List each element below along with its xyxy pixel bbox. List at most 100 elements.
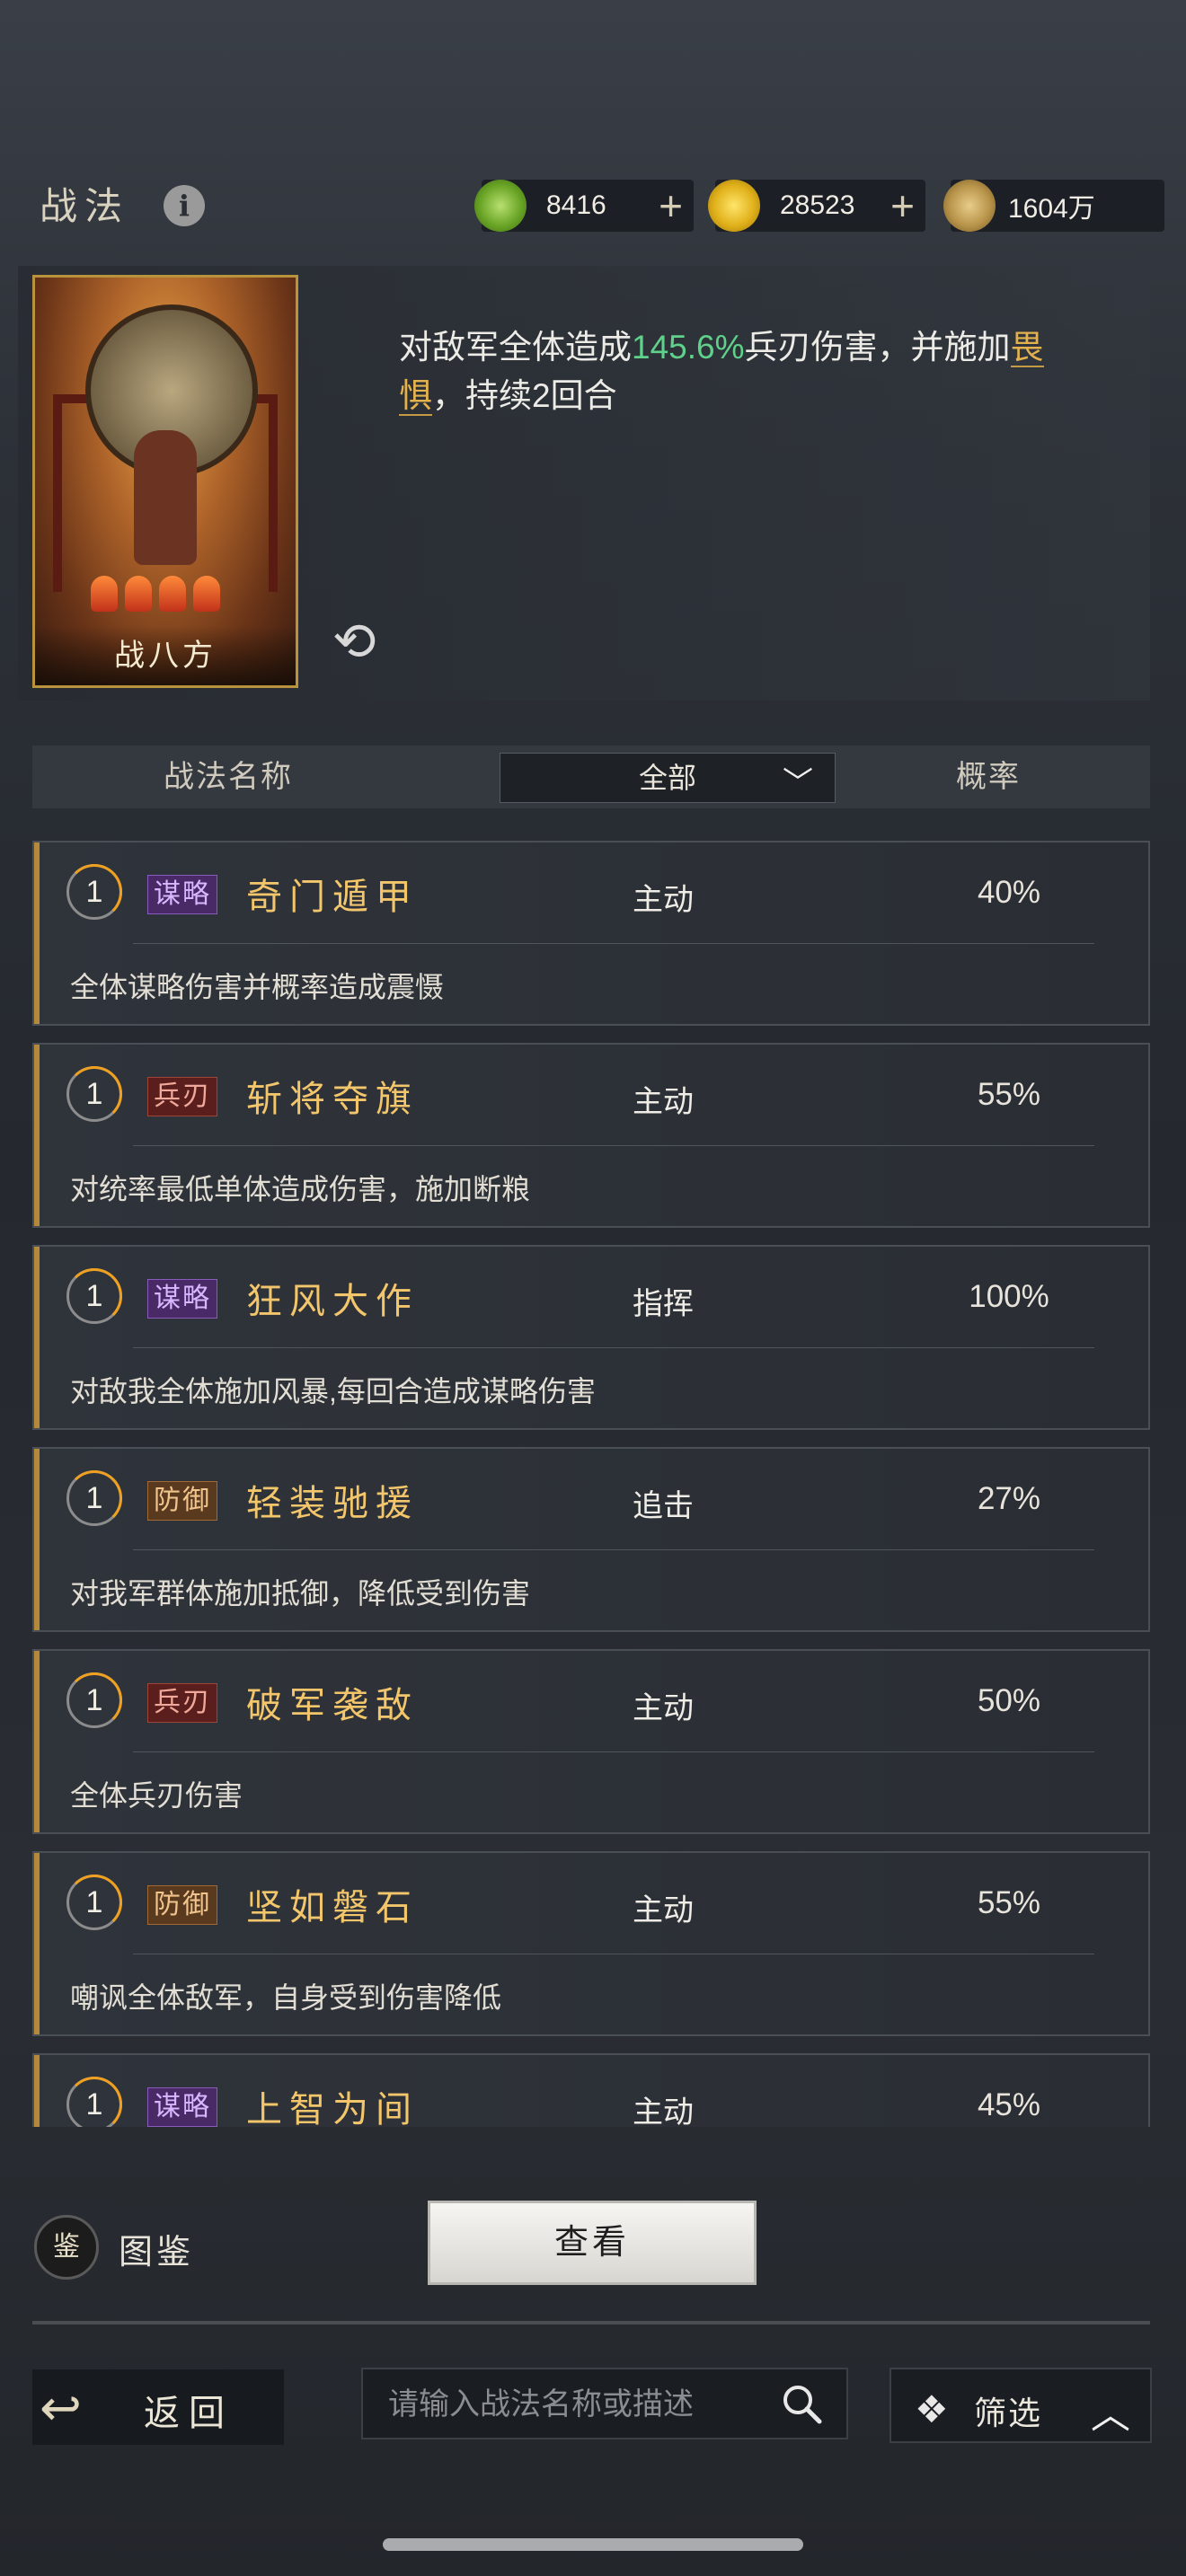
search-box[interactable] [361,2368,848,2439]
skill-name: 破军袭敌 [246,1685,419,1726]
skill-description: 对敌军全体造成145.6%兵刃伤害，并施加畏惧，持续2回合 [399,323,1082,420]
info-icon[interactable]: ⅰ [164,185,205,226]
skill-row[interactable]: 1 兵刃 破军袭敌 主动 50% 全体兵刃伤害 [32,1649,1150,1834]
back-arrow-icon: ↩ [40,2379,82,2436]
divider [133,943,1094,944]
skill-row[interactable]: 1 谋略 狂风大作 指挥 100% 对敌我全体施加风暴,每回合造成谋略伤害 [32,1245,1150,1430]
skill-name: 狂风大作 [246,1281,419,1322]
category-filter-dropdown[interactable]: 全部 ﹀ [500,753,836,803]
resource-gold: 28523 + [708,180,925,232]
jade-value: 8416 [546,190,606,220]
skill-row[interactable]: 1 谋略 奇门遁甲 主动 40% 全体谋略伤害并概率造成震慑 [32,841,1150,1026]
back-button[interactable]: ↩ 返回 [32,2369,284,2445]
skill-type: 主动 [633,883,694,917]
divider [133,1549,1094,1550]
list-header: 战法名称 全部 ﹀ 概率 [32,745,1150,808]
skill-probability: 50% [977,1683,1041,1718]
skill-probability: 55% [977,1077,1041,1112]
level-badge: 1 [66,1066,122,1122]
chevron-up-icon: ︿ [1091,2393,1130,2437]
skill-summary: 全体谋略伤害并概率造成震慑 [70,971,445,1003]
skill-name: 奇门遁甲 [246,877,419,918]
search-input[interactable] [386,2382,767,2427]
filter-diamond-icon: ❖ [915,2388,949,2430]
skill-name: 坚如磐石 [246,1887,419,1928]
gold-icon [708,180,760,232]
skill-probability: 55% [977,1885,1041,1920]
level-badge: 1 [66,1268,122,1324]
resource-copper: 1604万 [943,180,1164,232]
jade-icon [474,180,527,232]
codex-icon[interactable]: 鉴 [34,2215,99,2280]
skill-category-tag: 兵刃 [147,1683,217,1723]
level-badge: 1 [66,864,122,920]
refresh-icon[interactable]: ⟲ [332,611,376,672]
probability-column-header: 概率 [956,760,1021,794]
chevron-down-icon: ﹀ [783,766,813,800]
filter-button[interactable]: ❖ 筛选 ︿ [890,2368,1152,2443]
back-label: 返回 [144,2393,234,2434]
name-column-header: 战法名称 [164,760,293,794]
copper-value: 1604万 [1008,194,1095,224]
gold-value: 28523 [780,190,855,220]
skill-type: 指挥 [633,1287,694,1321]
skill-summary: 嘲讽全体敌军，自身受到伤害降低 [70,1981,502,2014]
skill-category-tag: 防御 [147,1481,217,1521]
skill-row[interactable]: 1 防御 轻装驰援 追击 27% 对我军群体施加抵御，降低受到伤害 [32,1447,1150,1632]
skill-probability: 27% [977,1481,1041,1516]
view-button[interactable]: 查看 [428,2201,757,2285]
filter-label: 筛选 [974,2395,1043,2431]
skill-category-tag: 谋略 [147,875,217,914]
jade-add-button[interactable]: + [659,183,683,228]
skill-type: 追击 [633,1489,694,1523]
skill-row[interactable]: 1 兵刃 斩将夺旗 主动 55% 对统率最低单体造成伤害，施加断粮 [32,1043,1150,1228]
desc-text: 对敌军全体造成 [399,329,632,366]
skill-row[interactable]: 1 谋略 上智为间 主动 45% [32,2053,1150,2127]
skill-category-tag: 防御 [147,1885,217,1925]
skill-card-name: 战八方 [35,626,296,685]
star-icon [91,576,118,612]
codex-button[interactable]: 图鉴 [119,2224,194,2273]
home-indicator[interactable] [383,2538,803,2551]
skill-category-tag: 谋略 [147,2087,217,2127]
level-badge: 1 [66,1470,122,1526]
star-icon [159,576,186,612]
skill-summary: 对敌我全体施加风暴,每回合造成谋略伤害 [70,1375,596,1407]
footer-divider [32,2321,1150,2325]
damage-percent: 145.6% [632,329,745,366]
desc-text: ，持续2回合 [432,377,617,414]
skill-summary: 全体兵刃伤害 [70,1779,243,1812]
skill-category-tag: 谋略 [147,1279,217,1319]
skill-card[interactable]: 战八方 [32,275,298,688]
warrior-art [134,430,197,565]
copper-coin-icon [943,180,996,232]
skill-probability: 40% [977,875,1041,910]
star-rating [91,576,220,612]
divider [133,1145,1094,1146]
skill-probability: 100% [969,1279,1049,1314]
level-badge: 1 [66,1672,122,1728]
skill-probability: 45% [977,2087,1041,2122]
skill-type: 主动 [633,1691,694,1725]
skill-category-tag: 兵刃 [147,1077,217,1116]
level-badge: 1 [66,1875,122,1930]
skill-type: 主动 [633,1085,694,1119]
skill-row[interactable]: 1 防御 坚如磐石 主动 55% 嘲讽全体敌军，自身受到伤害降低 [32,1851,1150,2036]
level-badge: 1 [66,2077,122,2127]
skill-name: 上智为间 [246,2089,419,2127]
skill-summary: 对我军群体施加抵御，降低受到伤害 [70,1577,531,1610]
skill-type: 主动 [633,1893,694,1928]
resource-jade: 8416 + [474,180,694,232]
page-title: 战法 [40,184,130,228]
gold-add-button[interactable]: + [890,183,915,228]
search-icon[interactable] [778,2380,827,2429]
skill-name: 斩将夺旗 [246,1079,419,1120]
divider [133,1751,1094,1752]
desc-text: 兵刃伤害，并施加 [744,329,1011,366]
skill-list[interactable]: 1 谋略 奇门遁甲 主动 40% 全体谋略伤害并概率造成震慑 1 兵刃 斩将夺旗… [32,841,1150,2127]
skill-name: 轻装驰援 [246,1483,419,1524]
divider [133,1347,1094,1348]
star-icon [193,576,220,612]
star-icon [125,576,152,612]
skill-type: 主动 [633,2095,694,2127]
